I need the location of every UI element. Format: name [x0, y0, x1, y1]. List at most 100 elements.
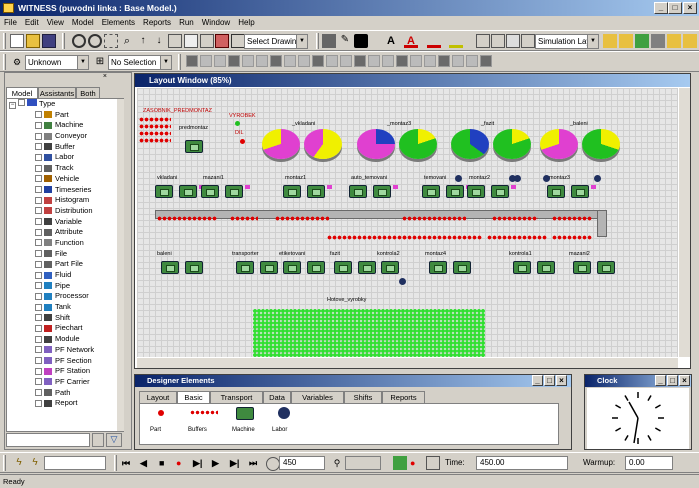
panel-close-icon[interactable]: × [103, 73, 107, 80]
rect-tool-icon[interactable] [200, 55, 212, 67]
clock-close-button[interactable]: × [679, 375, 690, 386]
tree-checkbox[interactable] [35, 228, 42, 236]
designer-minimize-button[interactable]: _ [532, 375, 543, 386]
machine-kontrola1[interactable] [513, 261, 531, 274]
machine-transporter-2[interactable] [260, 261, 278, 274]
close-button[interactable]: × [683, 2, 697, 14]
poly-tool-icon[interactable] [284, 55, 296, 67]
record2-icon[interactable]: ● [410, 457, 415, 469]
menu-run[interactable]: Run [175, 16, 198, 30]
buffers-palette-icon[interactable] [190, 410, 218, 415]
tab-reports[interactable]: Reports [382, 391, 425, 403]
check-tool-icon[interactable] [424, 55, 436, 67]
machine-montaz4[interactable] [429, 261, 447, 274]
new-icon[interactable] [10, 34, 24, 48]
fast-forward-icon[interactable]: ▶| [230, 457, 239, 469]
type-select[interactable]: Unknown ▼ [25, 55, 89, 70]
machine-montaz3-2[interactable] [571, 185, 589, 198]
align-icon[interactable] [476, 34, 490, 48]
ellipse-tool-icon[interactable] [214, 55, 226, 67]
tree-scrollbar[interactable] [116, 99, 124, 431]
order-icon[interactable] [506, 34, 520, 48]
speed-slider[interactable] [345, 456, 381, 470]
line-color-icon[interactable] [427, 34, 441, 48]
designer-maximize-button[interactable]: □ [544, 375, 555, 386]
labor-palette-icon[interactable] [278, 407, 290, 419]
warmup-field[interactable]: 0.00 [625, 456, 673, 470]
tree-checkbox[interactable] [35, 121, 42, 129]
part-palette-icon[interactable] [158, 410, 164, 416]
machine-montaz3[interactable] [547, 185, 565, 198]
tree-checkbox[interactable] [35, 153, 42, 161]
tree-item-variable[interactable]: Variable [7, 217, 123, 228]
tab-basic[interactable]: Basic [177, 391, 210, 403]
tree-checkbox[interactable] [35, 239, 42, 247]
rotate-tool-icon[interactable] [270, 55, 282, 67]
machine-vkladani-2[interactable] [179, 185, 197, 198]
maximize-button[interactable]: □ [668, 2, 682, 14]
tree-item-file[interactable]: File [7, 249, 123, 260]
layout-vscroll[interactable] [678, 88, 690, 357]
arrow-tool-icon[interactable] [256, 55, 268, 67]
tree-item-part[interactable]: Part [7, 110, 123, 121]
machine-etiketovani-2[interactable] [307, 261, 325, 274]
tree-checkbox[interactable] [35, 175, 42, 183]
machine-baleni[interactable] [161, 261, 179, 274]
folder2-icon[interactable] [619, 34, 633, 48]
tree-checkbox[interactable] [35, 346, 42, 354]
machine-temovani-2[interactable] [446, 185, 464, 198]
menu-view[interactable]: View [43, 16, 68, 30]
run-field[interactable] [44, 456, 106, 470]
tab-variables[interactable]: Variables [291, 391, 344, 403]
tree-item-buffer[interactable]: Buffer [7, 142, 123, 153]
machine-kontrola1-2[interactable] [537, 261, 555, 274]
reset-icon[interactable] [426, 456, 440, 470]
tree-checkbox[interactable] [35, 250, 42, 258]
tree-item-pf-carrier[interactable]: PF Carrier [7, 377, 123, 388]
tree-checkbox[interactable] [35, 207, 42, 215]
tab-layout[interactable]: Layout [139, 391, 177, 403]
layout-icon[interactable] [521, 34, 535, 48]
tree-checkbox[interactable] [35, 389, 42, 397]
tree-checkbox[interactable] [35, 260, 42, 268]
step-icon[interactable]: ▶| [193, 457, 202, 469]
text-tool-icon[interactable] [228, 55, 240, 67]
minimize-button[interactable]: _ [654, 2, 668, 14]
tree-item-track[interactable]: Track [7, 163, 123, 174]
select-drawing-icon[interactable] [231, 34, 245, 48]
tree-item-report[interactable]: Report [7, 398, 123, 409]
tree-item-function[interactable]: Function [7, 238, 123, 249]
play-icon[interactable]: ▶ [212, 457, 219, 469]
font-icon[interactable]: A [384, 34, 398, 48]
pencil-icon[interactable]: ✎ [338, 34, 352, 48]
machine-mazani2[interactable] [573, 261, 591, 274]
line-tool-icon[interactable] [186, 55, 198, 67]
tree-item-pf-section[interactable]: PF Section [7, 356, 123, 367]
machine-predmontaz[interactable] [185, 140, 203, 153]
selection-select[interactable]: No Selection ▼ [108, 55, 172, 70]
tree-item-distribution[interactable]: Distribution [7, 206, 123, 217]
tree-item-tank[interactable]: Tank [7, 302, 123, 313]
machine-etiketovani[interactable] [283, 261, 301, 274]
tree-checkbox[interactable] [35, 111, 42, 119]
machine-montaz1-2[interactable] [307, 185, 325, 198]
tab-transport[interactable]: Transport [210, 391, 263, 403]
layout-canvas[interactable]: ZASOBNIK_PREDMONTAZ VYROBEK DIL predmontaz _… [137, 88, 678, 357]
machine-baleni-2[interactable] [185, 261, 203, 274]
font-color-icon[interactable]: A [404, 34, 418, 48]
clock-maximize-button[interactable]: □ [667, 375, 678, 386]
tree-checkbox[interactable] [35, 196, 42, 204]
tree-checkbox[interactable] [35, 282, 42, 290]
tree-item-piechart[interactable]: Piechart [7, 323, 123, 334]
paste-tool-icon[interactable] [354, 55, 366, 67]
tree-checkbox[interactable] [35, 324, 42, 332]
tree-item-path[interactable]: Path [7, 388, 123, 399]
tree-item-attribute[interactable]: Attribute [7, 227, 123, 238]
clip-tool-icon[interactable] [368, 55, 380, 67]
tree-checkbox[interactable] [35, 378, 42, 386]
tree-item-module[interactable]: Module [7, 334, 123, 345]
menu-elements[interactable]: Elements [98, 16, 139, 30]
step-back-icon[interactable]: ◀ [140, 457, 147, 469]
tree-checkbox[interactable] [35, 218, 42, 226]
tree-item-vehicle[interactable]: Vehicle [7, 174, 123, 185]
